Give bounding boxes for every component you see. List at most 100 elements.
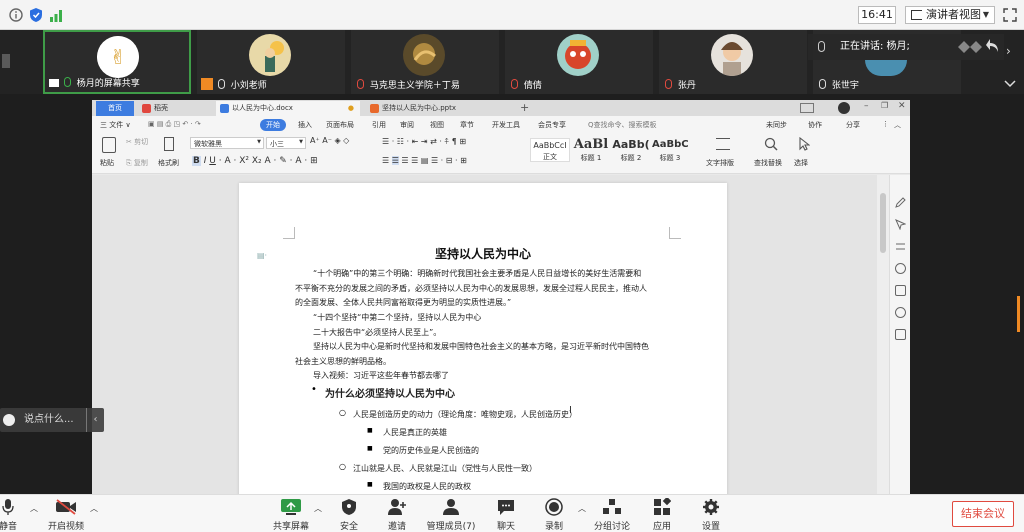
command-search[interactable]: Q查找命令、搜索模板: [588, 120, 657, 130]
tab-document[interactable]: 以人民为中心.docx ●: [216, 101, 360, 116]
share-screen-button[interactable]: 共享屏幕: [261, 497, 321, 532]
find-replace-label[interactable]: 查找替换: [754, 158, 782, 168]
cursor-icon[interactable]: [798, 137, 810, 151]
participant-tile[interactable]: ✌ 杨月的屏幕共享: [43, 30, 191, 94]
collapse-ribbon-icon[interactable]: ︿: [894, 120, 901, 130]
invite-button[interactable]: 邀请: [367, 497, 427, 532]
participant-tile[interactable]: 马克思主义学院＋丁易: [351, 30, 499, 94]
window-layout-icon[interactable]: [800, 103, 814, 113]
close-icon[interactable]: ✕: [898, 101, 906, 111]
participant-tile[interactable]: 张丹: [659, 30, 807, 94]
document-scrollbar[interactable]: [877, 175, 889, 494]
bullet-square: ■: [367, 445, 373, 452]
end-meeting-button[interactable]: 结束会议: [952, 501, 1014, 527]
document-canvas: ▤· 坚持以人民为中心 “十个明确”中的第三个明确：明确新时代我国社会主要矛盾是…: [92, 175, 877, 494]
arrow-icon[interactable]: [986, 38, 1000, 54]
book-icon[interactable]: [895, 329, 906, 340]
participant-tile[interactable]: 小刘老师: [197, 30, 345, 94]
font-style-icons[interactable]: B I U · A · X² X₂ A · ✎ · A · ⊞: [192, 156, 318, 166]
style-normal[interactable]: AaBbCcI 正文: [530, 138, 570, 162]
scrollbar-thumb[interactable]: [880, 193, 886, 253]
microphone-icon: [0, 497, 19, 517]
shield-icon: [338, 497, 360, 517]
side-handle[interactable]: [1017, 296, 1020, 332]
menu-member[interactable]: 会员专享: [538, 120, 566, 130]
info-icon[interactable]: [8, 7, 24, 23]
text-cursor-icon: I: [569, 405, 572, 416]
strip-scroll-left[interactable]: [2, 54, 10, 68]
avatar: [403, 34, 445, 76]
menu-insert[interactable]: 插入: [298, 120, 312, 130]
text-layout-icon[interactable]: [716, 138, 730, 150]
cut-button[interactable]: ✂ 剪切: [126, 137, 148, 147]
more-icon[interactable]: ⋮: [882, 120, 889, 128]
menu-chapter[interactable]: 章节: [460, 120, 474, 130]
style-heading3[interactable]: AaBbC 标题 3: [652, 138, 689, 162]
chevron-up-icon[interactable]: ︿: [90, 503, 98, 514]
menu-review[interactable]: 审阅: [400, 120, 414, 130]
collaborate-button[interactable]: 协作: [808, 120, 822, 130]
menu-start[interactable]: 开始: [260, 119, 286, 131]
ribbon-menu: 三 文件 ∨ ▣ ▤ ⎙ ◳ ↶ · ↷ 开始 插入 页面布局 引用 审阅 视图…: [92, 116, 910, 134]
menu-developer[interactable]: 开发工具: [492, 120, 520, 130]
font-name-select[interactable]: 微软雅黑 ▼: [190, 137, 264, 149]
pen-icon[interactable]: [895, 197, 906, 208]
shield-icon[interactable]: [28, 7, 44, 23]
restore-icon[interactable]: ❐: [881, 101, 888, 110]
share-button[interactable]: 分享: [846, 120, 860, 130]
image-icon[interactable]: [895, 285, 906, 296]
unsaved-dot-icon: ●: [347, 104, 354, 112]
signal-icon[interactable]: [48, 7, 64, 23]
new-tab-icon[interactable]: +: [520, 101, 529, 114]
style-heading2[interactable]: AaBb( 标题 2: [612, 138, 650, 162]
record-button[interactable]: 录制: [524, 497, 584, 532]
list-icons[interactable]: ☰ · ☷ · ⇤ ⇥ ⇄ · ⍏ ¶ ⊞: [382, 137, 466, 147]
document-page[interactable]: ▤· 坚持以人民为中心 “十个明确”中的第三个明确：明确新时代我国社会主要矛盾是…: [239, 183, 727, 494]
participant-name-wrap: 倩倩: [509, 78, 542, 91]
help-icon[interactable]: [895, 263, 906, 274]
select-label[interactable]: 选择: [794, 158, 808, 168]
emoji-icon[interactable]: [3, 414, 15, 426]
menu-references[interactable]: 引用: [372, 120, 386, 130]
minimize-icon[interactable]: –: [864, 101, 869, 111]
quick-access-icons[interactable]: ▣ ▤ ⎙ ◳ ↶ · ↷: [148, 120, 201, 129]
avatar: [249, 34, 291, 76]
font-size-select[interactable]: 小三 ▼: [266, 137, 306, 149]
sync-status[interactable]: 未同步: [766, 120, 787, 130]
manage-members-button[interactable]: 管理成员(7): [421, 497, 481, 532]
user-avatar-icon[interactable]: [838, 102, 850, 114]
pointer-icon[interactable]: [895, 219, 906, 230]
text-layout-label[interactable]: 文字排版: [706, 158, 734, 168]
menu-view[interactable]: 视图: [430, 120, 444, 130]
speaking-indicator: 正在讲话: 杨月;: [808, 34, 1004, 60]
align-icons[interactable]: ☰ ☰ ☰ ☰ ▤ ☰ · ⊟ · ⊞: [382, 156, 467, 165]
style-preview: AaBbCcI: [533, 141, 567, 150]
participant-name-wrap: 张丹: [663, 78, 696, 91]
search-icon[interactable]: [764, 137, 778, 151]
participant-tile[interactable]: 倩倩: [505, 30, 653, 94]
style-heading1[interactable]: AaBl 标题 1: [572, 138, 610, 162]
paste-icon[interactable]: [102, 137, 116, 153]
adjust-icon[interactable]: [895, 241, 906, 252]
chevron-left-icon[interactable]: ‹: [86, 408, 104, 432]
record-label: 录制: [544, 522, 563, 532]
tab-pptx[interactable]: 坚持以人民为中心.pptx: [366, 101, 506, 116]
copy-button[interactable]: ⎘ 复制: [126, 158, 148, 168]
format-painter-label[interactable]: 格式刷: [158, 158, 179, 168]
location-icon[interactable]: [895, 307, 906, 318]
collapse-strip-icon[interactable]: [1004, 80, 1016, 88]
quick-chat-input[interactable]: 说点什么... ‹: [0, 408, 104, 432]
tab-docer[interactable]: 稻壳: [138, 101, 210, 116]
bullet-square: ■: [367, 481, 373, 488]
tab-home[interactable]: 首页: [96, 101, 134, 116]
view-mode-select[interactable]: 演讲者视图 ▼: [905, 6, 995, 24]
font-size-adjust-icons[interactable]: A⁺ A⁻ ◈ ◇: [310, 136, 349, 145]
paste-label[interactable]: 粘贴: [100, 158, 114, 168]
menu-layout[interactable]: 页面布局: [326, 120, 354, 130]
menu-file[interactable]: 三 文件 ∨: [100, 120, 131, 130]
start-video-button[interactable]: 开启视频: [36, 497, 96, 532]
settings-button[interactable]: 设置: [681, 497, 741, 532]
format-painter-icon[interactable]: [164, 137, 174, 151]
fullscreen-icon[interactable]: [1002, 7, 1018, 23]
chevron-right-icon[interactable]: ›: [1006, 44, 1011, 58]
